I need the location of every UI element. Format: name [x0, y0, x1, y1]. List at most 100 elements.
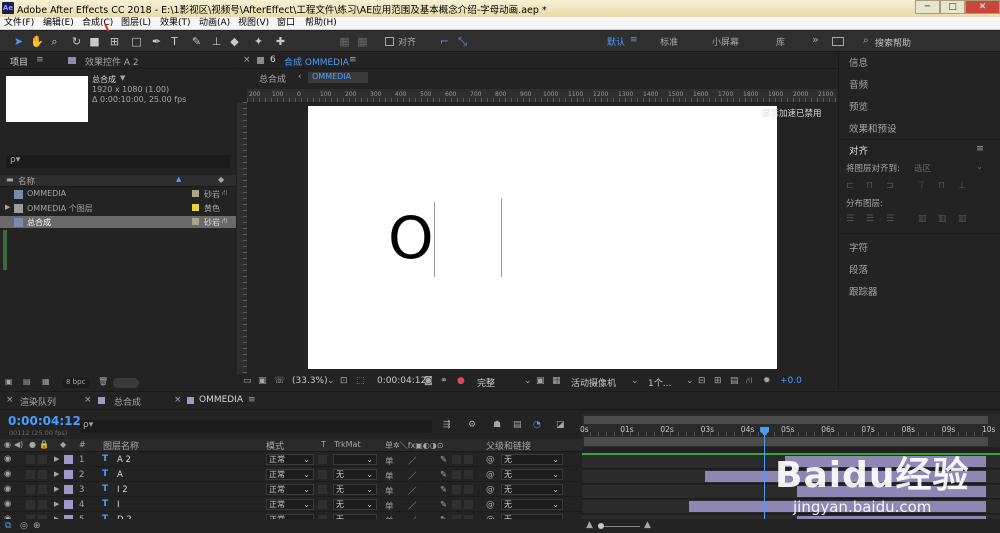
layer-search-input[interactable]: ρ▾ [80, 420, 432, 433]
hand-tool-icon[interactable]: ✋ [30, 35, 44, 48]
project-item-ommedia[interactable]: OMMEDIA 砂岩 ⛙ [0, 188, 236, 200]
menu-edit[interactable]: 编辑(E) [43, 17, 74, 30]
quality-switch-icon[interactable]: ／ [408, 470, 417, 482]
delete-icon[interactable]: 🗑 [98, 377, 108, 386]
zoom-out-mountain-icon[interactable]: ▲ [586, 520, 593, 530]
shy-switch-icon[interactable]: 单 [385, 500, 394, 512]
shy-switch-icon[interactable]: 单 [385, 485, 394, 497]
preserve-transparency-checkbox[interactable] [318, 470, 327, 479]
project-item-main-comp[interactable]: 总合成 砂岩 ⛙ [0, 216, 236, 228]
audio-panel[interactable]: 音频 [849, 77, 868, 91]
pen-tool-icon[interactable]: ✒ [150, 35, 163, 48]
toggle-pixel-aspect-icon[interactable]: ⊟ [698, 376, 706, 386]
zoom-dropdown[interactable]: (33.3%) [292, 376, 328, 386]
motion-blur-icon[interactable]: ◔ [533, 420, 541, 430]
bit-depth-button[interactable]: 8 bpc [62, 378, 90, 388]
zoom-slider-knob[interactable] [598, 523, 604, 529]
expand-arrow-icon[interactable]: ▶ [54, 500, 59, 508]
pick-whip-icon[interactable]: @ [486, 500, 495, 510]
current-time-display[interactable]: 0:00:04:12 [377, 376, 426, 386]
menu-file[interactable]: 文件(F) [4, 17, 34, 30]
motion-blur-switch-icon[interactable]: ✎ [440, 485, 447, 495]
puppet-tool-icon[interactable]: ✚ [274, 35, 287, 48]
switches-header-icon[interactable]: 单✲＼fx▣◐◑⊙ [385, 440, 443, 451]
trkmat-dropdown[interactable]: 无⌄ [333, 499, 377, 510]
type-tool-icon[interactable]: T [168, 35, 181, 48]
tab-main-comp[interactable]: 总合成 [114, 395, 141, 408]
timeline-zoom-slider[interactable] [600, 526, 640, 527]
parent-link-header[interactable]: 父级和链接 [486, 439, 531, 452]
tab-render-queue[interactable]: 渲染队列 [20, 395, 56, 408]
column-name[interactable]: 名称 [18, 175, 35, 187]
align-left-icon[interactable]: ⊏ [846, 181, 854, 191]
audio-toggle-icon[interactable]: ◀) [14, 440, 23, 449]
graph-editor-icon[interactable]: ◪ [556, 420, 565, 430]
new-composition-icon[interactable]: ▦ [42, 377, 50, 386]
snap-option-icon-1[interactable]: ▦ [338, 35, 351, 48]
mode-header[interactable]: 模式 [266, 439, 284, 452]
align-to-chevron-icon[interactable]: ⌄ [976, 162, 983, 172]
eraser-tool-icon[interactable]: ◆ [228, 35, 241, 48]
shy-switch-icon[interactable]: 单 [385, 455, 394, 467]
rotate-tool-icon[interactable]: ↻ [70, 35, 83, 48]
align-snap-checkbox[interactable] [385, 37, 394, 46]
lock-panel-icon[interactable] [257, 57, 264, 64]
flowchart-icon[interactable]: ⛙ [746, 376, 752, 387]
trkmat-header[interactable]: TrkMat [334, 440, 361, 449]
mask-visibility-icon[interactable]: ⬚ [356, 376, 365, 386]
layer-row[interactable]: ◉ ▶ 1 T A 2 正常 ⌄ ⌄ 单／ ✎ @ 无 ⌄ [0, 453, 582, 467]
layer-mode-dropdown[interactable]: 正常 ⌄ [266, 484, 314, 495]
adjustment-switch[interactable] [452, 470, 461, 479]
comp-name-dropdown-icon[interactable]: ▼ [120, 74, 125, 82]
tab-close-icon[interactable]: × [6, 395, 14, 405]
solo-switch[interactable] [26, 455, 35, 464]
snap-edges-icon[interactable]: ⌐ [438, 35, 451, 48]
channel-icon[interactable]: ● [457, 376, 465, 386]
pan-behind-tool-icon[interactable]: ⊞ [108, 35, 121, 48]
draft-3d-icon[interactable]: ⚙ [468, 420, 476, 430]
snap-option-icon-2[interactable]: ▦ [356, 35, 369, 48]
project-menu-icon[interactable]: ≡ [36, 55, 44, 65]
workspace-default[interactable]: 默认 [607, 35, 625, 48]
comp-tab-close-icon[interactable]: × [243, 55, 251, 65]
layer-number-header[interactable]: # [79, 440, 86, 449]
preserve-transparency-header[interactable]: T [321, 440, 326, 449]
new-folder-icon[interactable]: ▤ [23, 377, 31, 386]
region-of-interest-icon[interactable]: ▣ [536, 376, 545, 386]
parent-dropdown[interactable]: 无⌄ [501, 499, 563, 510]
layer-mode-dropdown[interactable]: 正常 ⌄ [266, 499, 314, 510]
workspace-small-screen[interactable]: 小屏幕 [712, 35, 739, 48]
brush-tool-icon[interactable]: ✎ [190, 35, 203, 48]
tab-effect-controls[interactable]: 效果控件 A 2 [85, 55, 139, 68]
workspace-library[interactable]: 库 [776, 35, 785, 48]
interpret-footage-icon[interactable]: ▣ [5, 377, 13, 386]
layer-row[interactable]: ◉ ▶ 2 T A 正常 ⌄ 无 ⌄ 单／ ✎ @ 无 ⌄ [0, 468, 582, 482]
tab-close-icon[interactable]: × [174, 395, 182, 405]
close-button[interactable]: ✕ [965, 0, 1000, 14]
zoom-tool-icon[interactable]: ⌕ [48, 35, 61, 48]
camera-tool-icon[interactable]: ■ [88, 35, 101, 48]
align-to-dropdown[interactable]: 选区 [914, 162, 931, 174]
distribute-right-icon[interactable]: ▥ [958, 214, 967, 224]
views-chevron-icon[interactable]: ⌄ [686, 376, 694, 386]
3d-layer-switch[interactable] [464, 470, 473, 479]
solo-switch[interactable] [26, 470, 35, 479]
camera-dropdown[interactable]: 活动摄像机 [571, 376, 616, 389]
adjustment-switch[interactable] [452, 500, 461, 509]
tab-ommedia[interactable]: OMMEDIA [199, 395, 243, 405]
trkmat-dropdown[interactable]: 无⌄ [333, 484, 377, 495]
sync-settings-icon[interactable] [832, 37, 844, 46]
parent-dropdown[interactable]: 无⌄ [501, 469, 563, 480]
resolution-chevron-icon[interactable]: ⌄ [524, 376, 532, 386]
expand-arrow-icon[interactable]: ▶ [54, 470, 59, 478]
layer-mode-dropdown[interactable]: 正常 ⌄ [266, 469, 314, 480]
tag-column-icon[interactable]: ◆ [218, 175, 224, 184]
shy-switch-icon[interactable]: 单 [385, 470, 394, 482]
in-out-toggle-icon[interactable]: ⊕ [33, 521, 41, 531]
exposure-value[interactable]: +0.0 [780, 376, 802, 386]
project-item-folder[interactable]: ▶ OMMEDIA 个图层 黄色 [0, 202, 236, 214]
solo-switch[interactable] [26, 485, 35, 494]
parent-dropdown[interactable]: 无⌄ [501, 484, 563, 495]
sort-ascending-icon[interactable]: ▲ [176, 175, 181, 183]
distribute-top-icon[interactable]: ☰ [846, 214, 854, 224]
